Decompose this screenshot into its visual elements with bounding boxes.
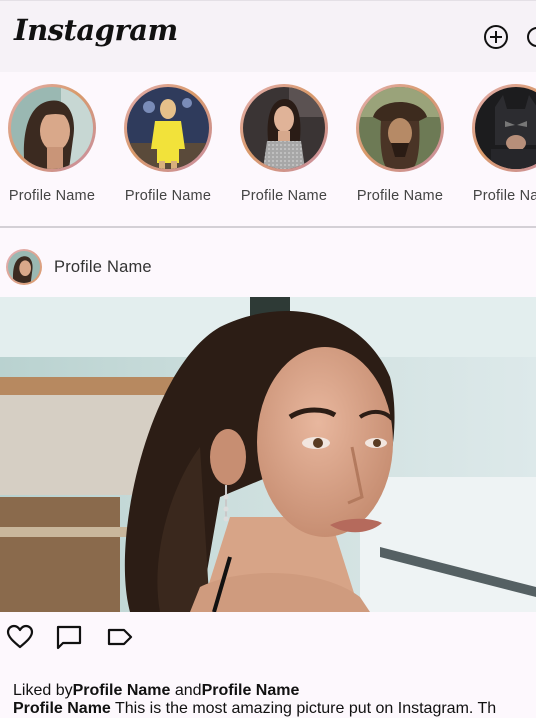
app-bar: Instagram	[0, 0, 536, 72]
post-image[interactable]	[0, 297, 536, 612]
story-avatar-ring	[472, 84, 536, 172]
liked-by-text: Liked byProfile Name andProfile Name	[13, 682, 299, 700]
liked-by-prefix: Liked by	[13, 682, 73, 699]
avatar-image	[8, 251, 40, 283]
avatar-image	[475, 87, 536, 169]
story-item[interactable]: Profile Name	[229, 84, 339, 204]
story-name: Profile Name	[8, 188, 96, 204]
story-item[interactable]: Profile Name	[113, 84, 223, 204]
more-icon[interactable]	[526, 24, 536, 50]
story-item[interactable]: Profile Name	[345, 84, 455, 204]
avatar-image	[243, 87, 325, 169]
avatar-image	[359, 87, 441, 169]
liked-by-first-user[interactable]: Profile Name	[73, 682, 171, 699]
comment-icon[interactable]	[55, 624, 83, 650]
story-item[interactable]: Profile Name	[461, 84, 536, 204]
story-avatar-ring	[356, 84, 444, 172]
post-caption: Profile Name This is the most amazing pi…	[13, 700, 536, 718]
post-actions	[0, 612, 536, 662]
stories-strip[interactable]: Profile Name Profile Name Profile Name P…	[0, 72, 536, 226]
tag-icon[interactable]	[106, 624, 134, 650]
story-name: Profile Name	[240, 188, 328, 204]
post-author[interactable]: Profile Name	[54, 258, 152, 277]
story-avatar-ring	[240, 84, 328, 172]
story-item[interactable]: Profile Name	[0, 84, 107, 204]
story-avatar-ring	[124, 84, 212, 172]
avatar-image	[127, 87, 209, 169]
story-name: Profile Name	[472, 188, 536, 204]
liked-by-and: and	[174, 682, 202, 699]
story-avatar-ring	[8, 84, 96, 172]
post-avatar[interactable]	[6, 249, 42, 285]
caption-author[interactable]: Profile Name	[13, 700, 111, 717]
avatar-image	[11, 87, 93, 169]
story-name: Profile Name	[356, 188, 444, 204]
brand-logo: Instagram	[14, 13, 178, 47]
liked-by-second-user[interactable]: Profile Name	[202, 682, 300, 699]
caption-text: This is the most amazing picture put on …	[114, 700, 497, 717]
add-circle-icon[interactable]	[483, 24, 509, 50]
story-name: Profile Name	[124, 188, 212, 204]
post-header: Profile Name	[0, 228, 536, 296]
heart-icon[interactable]	[6, 624, 34, 650]
